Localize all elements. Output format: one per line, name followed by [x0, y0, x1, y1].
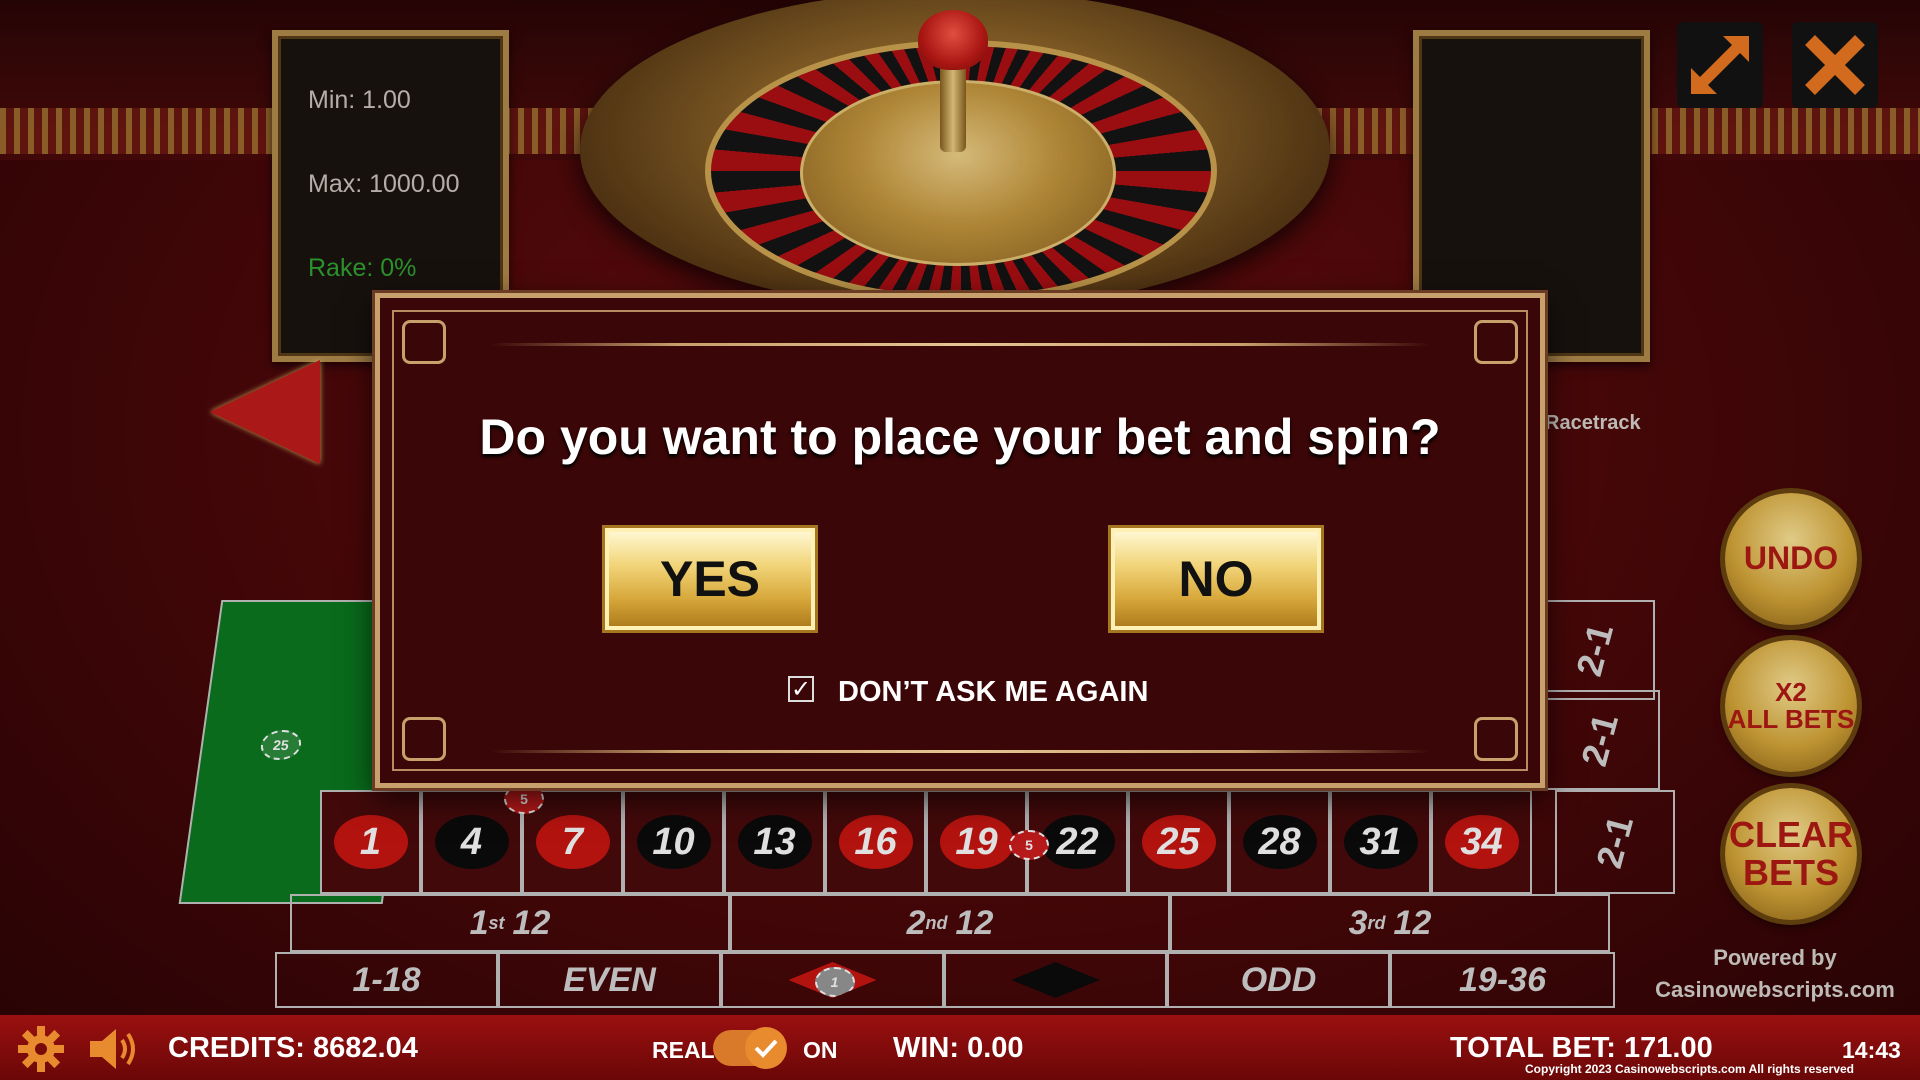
dont-ask-checkbox[interactable]: ✓ — [788, 675, 814, 703]
credits-value: CREDITS: 8682.04 — [168, 1032, 418, 1064]
toggle-knob[interactable] — [745, 1027, 787, 1069]
divider — [490, 343, 1430, 346]
corner-ornament — [402, 717, 446, 761]
sound-button[interactable] — [88, 1026, 140, 1077]
corner-ornament — [402, 320, 446, 364]
no-button[interactable]: NO — [1108, 525, 1324, 633]
win-value: WIN: 0.00 — [893, 1032, 1024, 1064]
total-bet-value: TOTAL BET: 171.00 — [1450, 1032, 1713, 1064]
divider — [490, 750, 1430, 753]
spin-confirm-dialog: Do you want to place your bet and spin? … — [375, 293, 1545, 788]
real-mode-label: REAL — [652, 1037, 715, 1063]
speaker-icon — [90, 1029, 135, 1069]
checkmark-icon — [754, 1039, 778, 1058]
clock: 14:43 — [1842, 1037, 1901, 1063]
dont-ask-label[interactable]: DON’T ASK ME AGAIN — [838, 676, 1148, 709]
gear-icon — [18, 1026, 64, 1072]
corner-ornament — [1474, 320, 1518, 364]
settings-button[interactable] — [16, 1024, 66, 1079]
corner-ornament — [1474, 717, 1518, 761]
dialog-question: Do you want to place your bet and spin? — [479, 409, 1441, 465]
copyright-text: Copyright 2023 Casinowebscripts.com All … — [1525, 1062, 1854, 1076]
yes-button[interactable]: YES — [602, 525, 818, 633]
toggle-state-label: ON — [803, 1037, 838, 1063]
checkmark-icon: ✓ — [790, 675, 812, 703]
